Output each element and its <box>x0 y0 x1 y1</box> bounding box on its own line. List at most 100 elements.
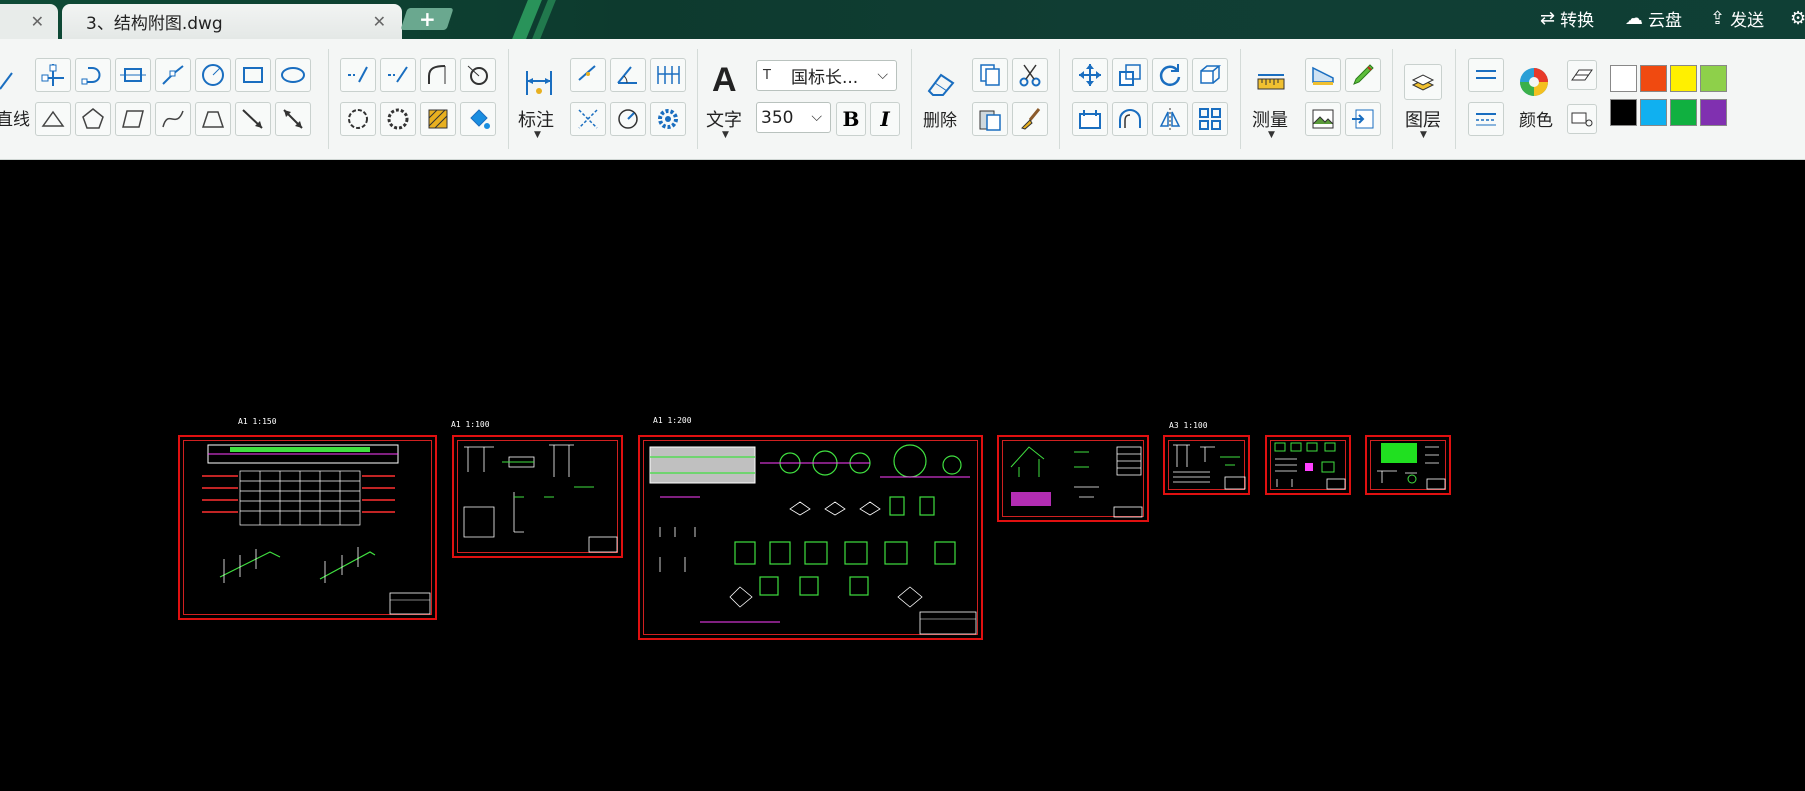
insert-image-button[interactable] <box>1305 102 1341 136</box>
fill-button[interactable] <box>460 102 496 136</box>
color-swatch-green[interactable] <box>1670 99 1697 126</box>
offset-button[interactable] <box>1112 102 1148 136</box>
move-button[interactable] <box>1072 58 1108 92</box>
array-button[interactable] <box>1192 102 1228 136</box>
trapezoid-button[interactable] <box>195 102 231 136</box>
rectangle-seg-button[interactable] <box>115 58 151 92</box>
ruler-icon[interactable] <box>1256 71 1286 95</box>
color-swatch-orange[interactable] <box>1640 65 1667 92</box>
revcloud-button[interactable] <box>340 102 376 136</box>
settings-button[interactable]: ⚙ <box>1790 5 1805 31</box>
chevron-down-icon[interactable]: ▼ <box>1268 130 1275 140</box>
pentagon-button[interactable] <box>75 102 111 136</box>
markup-pen-button[interactable] <box>1345 58 1381 92</box>
italic-button[interactable]: I <box>870 102 900 136</box>
radius-dim-button[interactable] <box>610 102 646 136</box>
color-swatch-white[interactable] <box>1610 65 1637 92</box>
drawing-sheet[interactable] <box>1163 435 1250 495</box>
parallelogram-button[interactable] <box>115 102 151 136</box>
bold-icon: B <box>842 107 860 131</box>
dimension-icon[interactable] <box>523 67 555 99</box>
rotate-button[interactable] <box>1152 58 1188 92</box>
insert-block-button[interactable] <box>1345 102 1381 136</box>
angular-dim-button[interactable] <box>610 58 646 92</box>
line-icon[interactable] <box>0 69 14 91</box>
rectangle-button[interactable] <box>235 58 271 92</box>
tab-active-document[interactable]: 3、结构附图.dwg ✕ <box>62 4 402 39</box>
cut-button[interactable] <box>1012 58 1048 92</box>
drawing-sheet[interactable] <box>997 435 1149 522</box>
fillet-button[interactable] <box>420 58 456 92</box>
font-dropdown[interactable]: T 国标长... ⌵ <box>756 60 897 91</box>
rectangle-icon <box>243 67 263 83</box>
drawing-sheet[interactable] <box>1365 435 1451 495</box>
3d-rotate-button[interactable] <box>1192 58 1228 92</box>
text-label[interactable]: 文字 <box>706 106 742 132</box>
chevron-down-icon[interactable]: ▼ <box>722 130 729 140</box>
mirror-button[interactable] <box>1152 102 1188 136</box>
lineweight-button[interactable] <box>1468 58 1504 92</box>
text-size-dropdown[interactable]: 350 ⌵ <box>756 102 831 133</box>
color-swatch-lightgreen[interactable] <box>1700 65 1727 92</box>
color-label[interactable]: 颜色 <box>1519 106 1553 131</box>
ray-button[interactable] <box>235 102 271 136</box>
scale-button[interactable] <box>1112 58 1148 92</box>
paste-button[interactable] <box>972 102 1008 136</box>
copy-button[interactable] <box>972 58 1008 92</box>
color-swatch-black[interactable] <box>1610 99 1637 126</box>
text-icon[interactable]: A <box>712 61 737 100</box>
chevron-down-icon: ⌵ <box>877 67 888 83</box>
dimension-label[interactable]: 标注 <box>518 106 554 132</box>
line-tool-label[interactable]: 直线 <box>0 105 30 130</box>
delete-label[interactable]: 删除 <box>923 106 957 131</box>
ordinate-dim-button[interactable] <box>570 102 606 136</box>
linetype-button[interactable] <box>1468 102 1504 136</box>
send-button[interactable]: ⇪ 发送 <box>1710 5 1764 31</box>
close-icon[interactable]: ✕ <box>31 12 44 31</box>
bold-button[interactable]: B <box>836 102 866 136</box>
drawing-sheet[interactable] <box>178 435 437 620</box>
hatch-button[interactable] <box>420 102 456 136</box>
trim-button[interactable] <box>340 58 376 92</box>
donut-button[interactable] <box>380 102 416 136</box>
measure-label[interactable]: 测量 <box>1252 106 1288 132</box>
eraser-icon[interactable] <box>925 69 957 99</box>
color-swatch-purple[interactable] <box>1700 99 1727 126</box>
layer-walk-button[interactable] <box>1567 104 1597 134</box>
circle-button[interactable] <box>195 58 231 92</box>
hatch-icon <box>428 109 448 129</box>
convert-icon: ⇄ <box>1540 7 1556 29</box>
chamfer-button[interactable] <box>460 58 496 92</box>
layer-iso-button[interactable] <box>1567 60 1597 90</box>
dim-settings-button[interactable] <box>650 102 686 136</box>
tab-previous[interactable]: ✕ <box>0 4 58 39</box>
aligned-dim-button[interactable] <box>570 58 606 92</box>
stretch-button[interactable] <box>1072 102 1108 136</box>
spline-button[interactable] <box>155 102 191 136</box>
match-properties-button[interactable] <box>1012 102 1048 136</box>
color-wheel-icon[interactable] <box>1518 66 1550 98</box>
polyline-button[interactable] <box>75 58 111 92</box>
close-icon[interactable]: ✕ <box>373 12 386 31</box>
chevron-down-icon[interactable]: ▼ <box>1420 130 1427 140</box>
color-swatch-cyan[interactable] <box>1640 99 1667 126</box>
layer-label[interactable]: 图层 <box>1405 106 1441 132</box>
area-button[interactable] <box>1305 58 1341 92</box>
triangle-button[interactable] <box>35 102 71 136</box>
color-swatch-yellow[interactable] <box>1670 65 1697 92</box>
cloud-button[interactable]: ☁ 云盘 <box>1625 5 1682 31</box>
layer-button[interactable] <box>1404 64 1442 100</box>
chevron-down-icon[interactable]: ▼ <box>534 130 541 140</box>
drawing-canvas[interactable]: A1 1:150 A1 1:100 A1 1:200 A3 1:100 <box>0 160 1805 791</box>
extend-button[interactable] <box>380 58 416 92</box>
convert-button[interactable]: ⇄ 转换 <box>1540 5 1594 31</box>
drawing-sheet[interactable] <box>638 435 983 640</box>
arc-line-button[interactable] <box>155 58 191 92</box>
polyline-node-button[interactable] <box>35 58 71 92</box>
drawing-sheet[interactable] <box>1265 435 1351 495</box>
xline-button[interactable] <box>275 102 311 136</box>
continuous-dim-button[interactable] <box>650 58 686 92</box>
new-tab-button[interactable]: + <box>400 7 454 31</box>
drawing-sheet[interactable] <box>452 435 623 558</box>
ellipse-button[interactable] <box>275 58 311 92</box>
